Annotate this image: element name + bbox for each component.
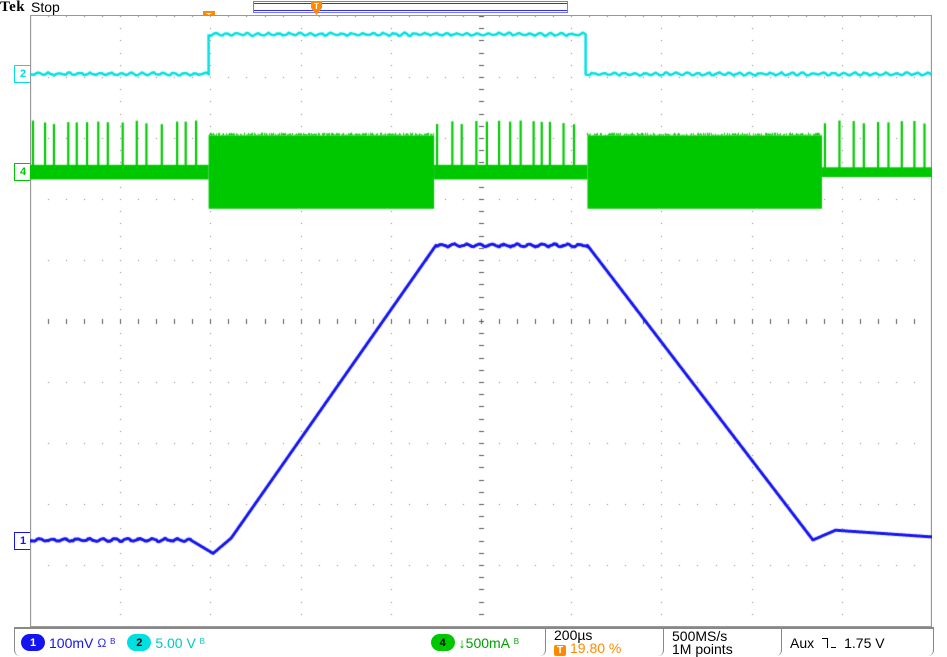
trace-canvas <box>30 16 932 626</box>
svg-text:T: T <box>314 2 319 11</box>
ch2-chip[interactable]: 2 <box>127 634 151 651</box>
ch4-chip[interactable]: 4 <box>431 634 455 651</box>
channel-readout-section: 1 100mV Ω ᴮ 2 5.00 V ᴮ 4 ↓ 500mA ᴮ <box>14 628 546 656</box>
trigger-level: 1.75 V <box>844 635 884 651</box>
acquisition-state: Stop <box>31 0 60 15</box>
ch1-chip[interactable]: 1 <box>21 634 45 651</box>
edge-rising-icon <box>822 636 836 650</box>
ch1-scale: 100mV <box>49 635 93 651</box>
sample-readout-section[interactable]: 500MS/s 1M points <box>664 628 782 656</box>
header-strip: Tek Stop T <box>0 0 947 15</box>
ch4-scale: 500mA <box>466 635 510 651</box>
graticule <box>30 15 932 627</box>
ch2-bw-icon: ᴮ <box>200 636 205 650</box>
trigger-readout-section[interactable]: Aux 1.75 V <box>782 628 934 656</box>
record-length: 1M points <box>672 643 733 656</box>
overview-bar[interactable]: T <box>253 1 568 13</box>
ch4-arrow-icon: ↓ <box>459 635 466 651</box>
readout-bar: 1 100mV Ω ᴮ 2 5.00 V ᴮ 4 ↓ 500mA ᴮ 200µs… <box>14 627 934 656</box>
trigger-delay-value: T 19.80 % <box>554 642 621 657</box>
ch1-bw-icon: ᴮ <box>110 636 115 650</box>
overview-trigger-marker: T <box>311 1 322 15</box>
ch4-bw-icon: ᴮ <box>514 636 519 650</box>
ch2-scale: 5.00 V <box>155 635 195 651</box>
timebase-readout-section[interactable]: 200µs T 19.80 % <box>546 628 664 656</box>
brand-logo: Tek <box>0 0 25 16</box>
ch1-coupling-icon: Ω <box>97 636 106 650</box>
trigger-source: Aux <box>790 635 814 651</box>
overview-window <box>254 3 567 11</box>
